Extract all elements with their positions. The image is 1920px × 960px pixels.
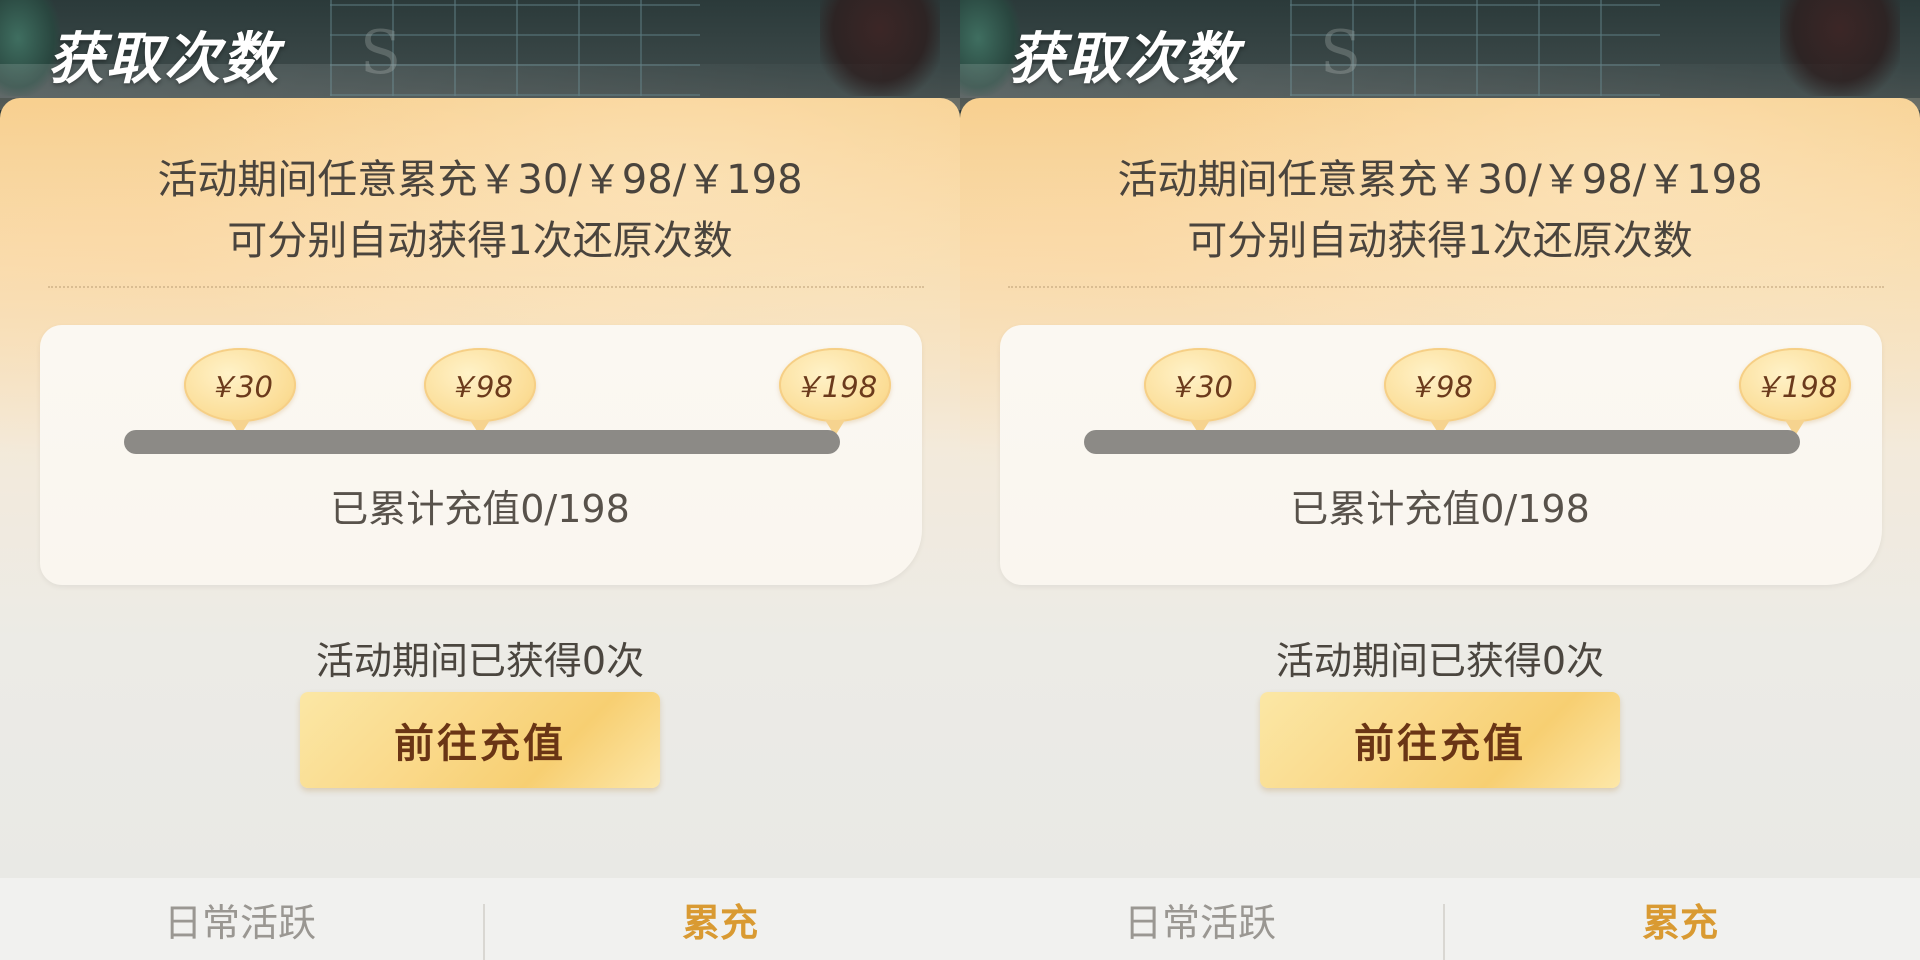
screenshot-stage: S 获取次数 活动期间任意累充￥30/￥98/￥198 可分别自动获得1次还原次… <box>0 0 1920 960</box>
milestone-badge-30: ￥30 <box>1144 348 1256 436</box>
description-line-1: 活动期间任意累充￥30/￥98/￥198 <box>1117 157 1763 203</box>
progress-track <box>1084 430 1800 454</box>
milestone-badge-198: ￥198 <box>779 348 891 436</box>
progress-track <box>124 430 840 454</box>
panel-right: S 获取次数 活动期间任意累充￥30/￥98/￥198 可分别自动获得1次还原次… <box>960 0 1920 960</box>
tab-cumulative-recharge[interactable]: 累充 <box>1440 878 1920 960</box>
panel-left: S 获取次数 活动期间任意累充￥30/￥98/￥198 可分别自动获得1次还原次… <box>0 0 960 960</box>
go-recharge-button[interactable]: 前往充值 <box>1260 692 1620 788</box>
description-line-2: 可分别自动获得1次还原次数 <box>227 218 733 264</box>
earned-count: 活动期间已获得0次 <box>315 639 645 683</box>
milestone-badge-30: ￥30 <box>184 348 296 436</box>
tab-daily-active[interactable]: 日常活跃 <box>960 878 1440 960</box>
section-title: 获取次数 <box>1008 26 1240 92</box>
description-line-1: 活动期间任意累充￥30/￥98/￥198 <box>157 157 803 203</box>
dotted-divider <box>48 286 924 288</box>
milestone-badge-198: ￥198 <box>1739 348 1851 436</box>
tab-daily-active[interactable]: 日常活跃 <box>0 878 480 960</box>
tab-cumulative-recharge[interactable]: 累充 <box>480 878 960 960</box>
accumulated-amount: 已累计充值0/198 <box>330 487 630 531</box>
dotted-divider <box>1008 286 1884 288</box>
milestone-badge-98: ￥98 <box>424 348 536 436</box>
bottom-tabs: 日常活跃 累充 <box>0 878 960 960</box>
earned-count: 活动期间已获得0次 <box>1275 639 1605 683</box>
go-recharge-button[interactable]: 前往充值 <box>300 692 660 788</box>
section-title: 获取次数 <box>48 26 280 92</box>
milestone-badge-98: ￥98 <box>1384 348 1496 436</box>
description-line-2: 可分别自动获得1次还原次数 <box>1187 218 1693 264</box>
bottom-tabs: 日常活跃 累充 <box>960 878 1920 960</box>
accumulated-amount: 已累计充值0/198 <box>1290 487 1590 531</box>
